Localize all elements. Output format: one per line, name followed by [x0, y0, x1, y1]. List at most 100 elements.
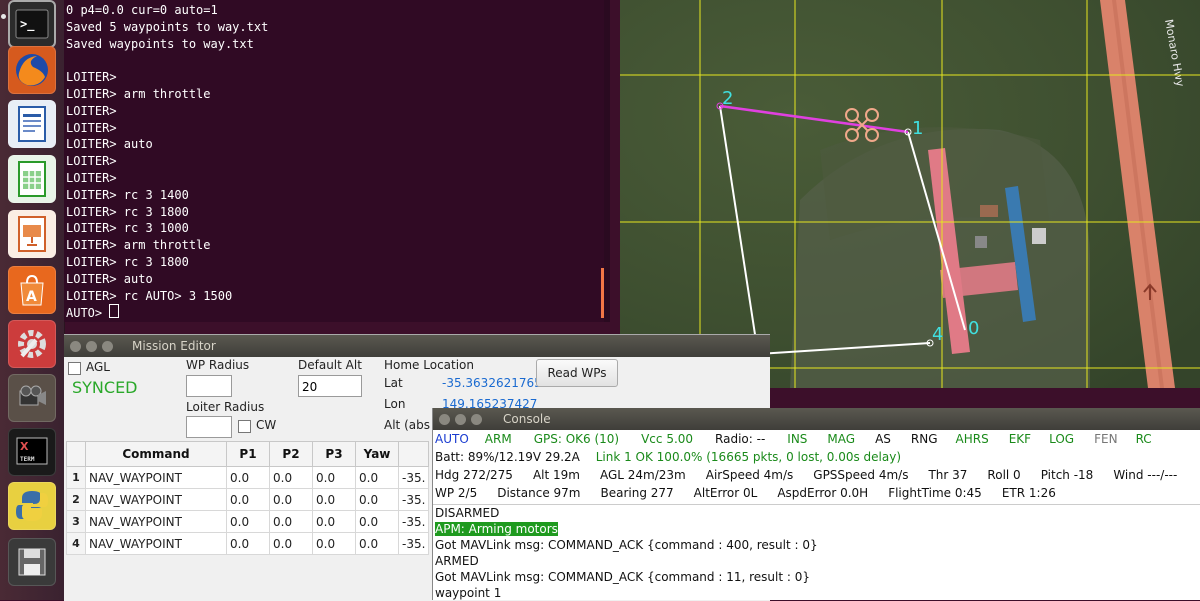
telemetry-value: Thr 37	[928, 468, 968, 482]
read-wps-button[interactable]: Read WPs	[536, 359, 618, 387]
terminal-icon[interactable]: >_	[8, 0, 56, 48]
status-indicator: Vcc 5.00	[641, 432, 694, 446]
default-alt-field[interactable]: 20	[298, 375, 362, 397]
column-header[interactable]: P1	[226, 441, 270, 467]
log-message: DISARMED	[435, 506, 500, 520]
telemetry-value: Pitch -18	[1040, 468, 1094, 482]
cw-checkbox[interactable]	[238, 420, 251, 433]
log-message: waypoint 1	[435, 586, 502, 600]
row-index[interactable]: 1	[66, 466, 86, 489]
console-titlebar[interactable]: Console	[433, 408, 1200, 430]
telemetry-value: GPSSpeed 4m/s	[813, 468, 909, 482]
p2-cell[interactable]: 0.0	[269, 510, 313, 533]
status-indicator: Radio: --	[715, 432, 766, 446]
writer-icon[interactable]	[8, 100, 56, 148]
status-indicator: AS	[875, 432, 891, 446]
status-indicator: AUTO	[435, 432, 469, 446]
p2-cell[interactable]: 0.0	[269, 488, 313, 511]
svg-text:A: A	[26, 289, 37, 305]
p1-cell[interactable]: 0.0	[226, 532, 270, 555]
status-indicator: EKF	[1008, 432, 1032, 446]
status-indicator: INS	[787, 432, 808, 446]
link-status: Link 1 OK 100.0% (16665 pkts, 0 lost, 0.…	[595, 450, 902, 464]
software-center-icon[interactable]: A	[8, 266, 56, 314]
column-header[interactable]: P2	[269, 441, 313, 467]
message-log[interactable]: DISARMED APM: Arming motors Got MAVLink ms…	[433, 505, 1200, 600]
save-icon[interactable]	[8, 538, 56, 586]
calc-icon[interactable]	[8, 155, 56, 203]
map-canvas[interactable]: Monaro Hwy 0 1 2 4	[620, 0, 1200, 388]
status-indicator: GPS: OK6 (10)	[533, 432, 620, 446]
console-window: Console AUTO ARM GPS: OK6 (10) Vcc 5.00 Radi…	[432, 408, 1200, 600]
lat-label: Lat	[384, 376, 403, 390]
maximize-button[interactable]	[102, 341, 113, 352]
p1-cell[interactable]: 0.0	[226, 488, 270, 511]
yaw-cell[interactable]: 0.0	[355, 466, 399, 489]
map-view[interactable]: Monaro Hwy 0 1 2 4	[620, 0, 1200, 388]
lat-cell[interactable]: -35.	[397, 466, 430, 489]
p3-cell[interactable]: 0.0	[312, 532, 356, 555]
svg-text:X: X	[20, 440, 29, 453]
video-icon[interactable]	[8, 374, 56, 422]
p2-cell[interactable]: 0.0	[269, 466, 313, 489]
table-row[interactable]: 3 NAV_WAYPOINT 0.0 0.0 0.0 0.0 -35.	[66, 510, 430, 533]
lat-value[interactable]: -35.3632621765	[442, 376, 542, 390]
column-header[interactable]: Command	[85, 441, 227, 467]
terminal-line: LOITER> rc 3 1400	[66, 187, 189, 202]
mission-editor-titlebar[interactable]: Mission Editor	[64, 335, 770, 357]
cw-label: CW	[256, 418, 277, 432]
minimize-button[interactable]	[455, 414, 466, 425]
lat-cell[interactable]: -35.	[397, 532, 430, 555]
p3-cell[interactable]: 0.0	[312, 488, 356, 511]
row-index[interactable]: 2	[66, 488, 86, 511]
close-button[interactable]	[70, 341, 81, 352]
telemetry-value: Roll 0	[987, 468, 1021, 482]
maximize-button[interactable]	[471, 414, 482, 425]
yaw-cell[interactable]: 0.0	[355, 532, 399, 555]
yaw-cell[interactable]: 0.0	[355, 488, 399, 511]
row-index[interactable]: 3	[66, 510, 86, 533]
command-cell[interactable]: NAV_WAYPOINT	[85, 532, 227, 555]
agl-checkbox[interactable]	[68, 362, 81, 375]
p3-cell[interactable]: 0.0	[312, 466, 356, 489]
terminal-line: LOITER> rc 3 1000	[66, 221, 189, 236]
building	[980, 205, 998, 217]
column-header[interactable]: Yaw	[355, 441, 399, 467]
navigation-value: ETR 1:26	[1001, 486, 1056, 500]
p1-cell[interactable]: 0.0	[226, 510, 270, 533]
column-header[interactable]	[397, 441, 430, 467]
firefox-icon[interactable]	[8, 46, 56, 94]
p2-cell[interactable]: 0.0	[269, 532, 313, 555]
terminal-scrollbar[interactable]	[601, 268, 604, 318]
yaw-cell[interactable]: 0.0	[355, 510, 399, 533]
telemetry-value: Hdg 272/275	[435, 468, 513, 482]
lat-cell[interactable]: -35.	[397, 510, 430, 533]
row-index[interactable]: 4	[66, 532, 86, 555]
command-cell[interactable]: NAV_WAYPOINT	[85, 466, 227, 489]
impress-icon[interactable]	[8, 210, 56, 258]
battery-row: Batt: 89%/12.19V 29.2A Link 1 OK 100.0% …	[435, 449, 901, 466]
navigation-value: Bearing 277	[600, 486, 674, 500]
status-indicator: MAG	[827, 432, 856, 446]
column-header[interactable]: P3	[312, 441, 356, 467]
table-row[interactable]: 1 NAV_WAYPOINT 0.0 0.0 0.0 0.0 -35.	[66, 466, 430, 489]
table-row[interactable]: 2 NAV_WAYPOINT 0.0 0.0 0.0 0.0 -35.	[66, 488, 430, 511]
wp-radius-field[interactable]	[186, 375, 232, 397]
p1-cell[interactable]: 0.0	[226, 466, 270, 489]
status-indicator: RNG	[910, 432, 938, 446]
terminal-window[interactable]: 0 p4=0.0 cur=0 auto=1 Saved 5 waypoints …	[64, 0, 610, 322]
loiter-radius-field[interactable]	[186, 416, 232, 438]
command-cell[interactable]: NAV_WAYPOINT	[85, 510, 227, 533]
python-icon[interactable]	[8, 482, 56, 530]
settings-icon[interactable]	[8, 320, 56, 368]
close-button[interactable]	[439, 414, 450, 425]
lat-cell[interactable]: -35.	[397, 488, 430, 511]
minimize-button[interactable]	[86, 341, 97, 352]
row-index-header	[66, 441, 86, 467]
log-message: ARMED	[435, 554, 479, 568]
xterm-icon[interactable]: X TERM	[8, 428, 56, 476]
table-row[interactable]: 4 NAV_WAYPOINT 0.0 0.0 0.0 0.0 -35.	[66, 532, 430, 555]
p3-cell[interactable]: 0.0	[312, 510, 356, 533]
command-cell[interactable]: NAV_WAYPOINT	[85, 488, 227, 511]
waypoint-label-4: 4	[932, 324, 943, 345]
